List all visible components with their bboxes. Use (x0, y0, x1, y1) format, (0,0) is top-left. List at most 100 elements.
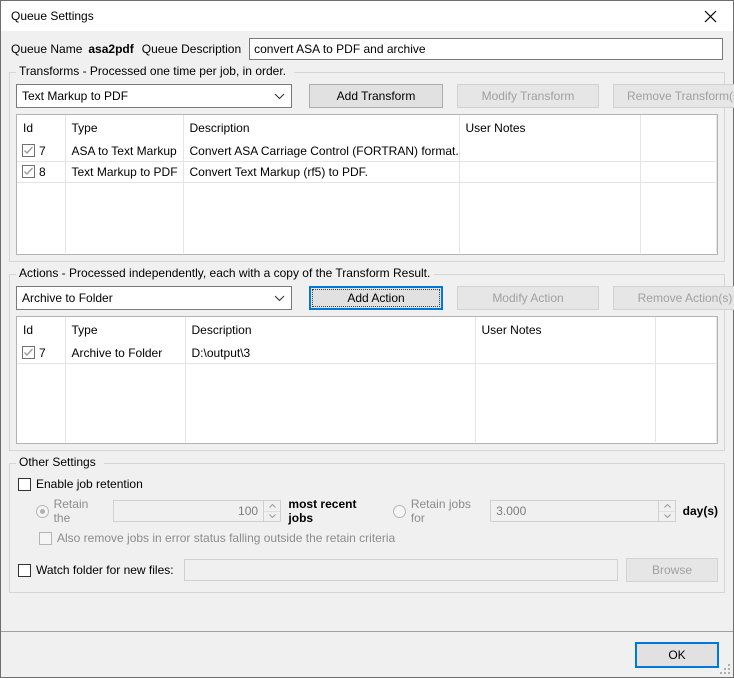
grid-empty-area (17, 182, 717, 253)
row-user-notes-cell (475, 343, 656, 364)
queue-settings-dialog: Queue Settings Queue Name asa2pdf Queue … (0, 0, 734, 678)
row-id-cell[interactable]: 7 (17, 343, 66, 364)
row-extra-cell (655, 343, 717, 364)
column-header-extra[interactable] (655, 317, 717, 343)
dialog-footer: OK (1, 631, 733, 677)
add-action-button[interactable]: Add Action (309, 286, 443, 310)
transform-type-value: Text Markup to PDF (22, 89, 129, 103)
row-type-cell: Text Markup to PDF (65, 161, 184, 183)
queue-name-label: Queue Name (11, 42, 83, 56)
table-row[interactable]: 8 Text Markup to PDF Convert Text Markup… (17, 161, 717, 183)
row-description-cell: Convert Text Markup (rf5) to PDF. (183, 161, 460, 183)
table-row[interactable]: 7 Archive to Folder D:\output\3 (17, 343, 717, 364)
spinner-down-icon (659, 512, 675, 522)
column-header-id[interactable]: Id (17, 115, 66, 141)
watch-folder-row: Watch folder for new files: Browse (18, 558, 718, 582)
actions-toolbar: Archive to Folder Add Action Modify Acti… (16, 286, 734, 310)
grid-empty-area (17, 363, 717, 442)
column-header-type[interactable]: Type (65, 317, 186, 343)
retention-criteria-row: Retain the 100 most recent jobs Retain j… (36, 497, 718, 525)
most-recent-jobs-label: most recent jobs (288, 497, 357, 525)
transforms-toolbar: Text Markup to PDF Add Transform Modify … (16, 84, 734, 108)
actions-grid[interactable]: Id Type Description User Notes 7 Archive… (16, 316, 718, 444)
transform-type-select[interactable]: Text Markup to PDF (16, 84, 292, 108)
modify-transform-button: Modify Transform (457, 84, 599, 108)
retain-jobs-for-radio (393, 504, 407, 518)
close-icon[interactable] (688, 2, 733, 31)
row-type-cell: ASA to Text Markup (65, 141, 184, 162)
row-id-cell[interactable]: 7 (17, 141, 66, 162)
row-id-value: 7 (39, 346, 46, 360)
retain-the-label: Retain the (53, 497, 89, 525)
transforms-legend: Transforms - Processed one time per job,… (16, 64, 289, 78)
retain-days-arrows (659, 500, 677, 522)
enable-job-retention-row: Enable job retention (18, 473, 718, 495)
add-transform-button[interactable]: Add Transform (309, 84, 443, 108)
other-settings-legend: Other Settings (16, 455, 99, 469)
row-id-value: 7 (39, 144, 46, 158)
column-header-type[interactable]: Type (65, 115, 184, 141)
days-label: day(s) (682, 504, 718, 518)
retain-days-stepper: 3.000 (490, 500, 677, 522)
actions-group: Actions - Processed independently, each … (9, 266, 734, 451)
retain-count-field: 100 (113, 500, 265, 522)
row-enabled-checkbox[interactable] (22, 144, 35, 157)
other-settings-group: Other Settings Enable job retention Reta… (9, 455, 725, 593)
title-bar: Queue Settings (1, 1, 733, 32)
row-enabled-checkbox[interactable] (22, 165, 35, 178)
chevron-down-icon (274, 85, 285, 107)
spinner-up-icon (264, 501, 281, 512)
queue-header-row: Queue Name asa2pdf Queue Description (1, 32, 733, 66)
remove-action-button: Remove Action(s) (613, 286, 734, 310)
actions-legend: Actions - Processed independently, each … (16, 266, 434, 280)
retain-count-stepper: 100 (113, 500, 282, 522)
ok-button[interactable]: OK (635, 641, 719, 668)
watch-folder-checkbox[interactable] (18, 563, 31, 577)
row-id-value: 8 (39, 165, 46, 179)
retain-jobs-for-label: Retain jobs for (410, 497, 471, 525)
also-remove-row: Also remove jobs in error status falling… (39, 527, 718, 549)
watch-folder-label: Watch folder for new files: (36, 563, 174, 577)
row-type-cell: Archive to Folder (65, 343, 186, 364)
action-type-value: Archive to Folder (22, 291, 113, 305)
also-remove-label: Also remove jobs in error status falling… (57, 531, 396, 545)
column-header-user-notes[interactable]: User Notes (459, 115, 641, 141)
column-header-user-notes[interactable]: User Notes (475, 317, 656, 343)
resize-grip[interactable] (718, 662, 730, 674)
column-header-extra[interactable] (640, 115, 717, 141)
row-description-cell: D:\output\3 (185, 343, 476, 364)
row-enabled-checkbox[interactable] (22, 346, 35, 359)
column-header-description[interactable]: Description (185, 317, 476, 343)
transforms-group: Transforms - Processed one time per job,… (9, 64, 734, 262)
table-row[interactable]: 7 ASA to Text Markup Convert ASA Carriag… (17, 141, 717, 162)
enable-job-retention-checkbox[interactable] (18, 477, 31, 491)
chevron-down-icon (274, 287, 285, 309)
row-extra-cell (640, 141, 717, 162)
column-header-id[interactable]: Id (17, 317, 66, 343)
queue-name-value: asa2pdf (88, 42, 134, 56)
retain-count-arrows (264, 500, 282, 522)
row-description-cell: Convert ASA Carriage Control (FORTRAN) f… (183, 141, 460, 162)
add-action-label: Add Action (347, 291, 405, 305)
row-id-cell[interactable]: 8 (17, 161, 66, 183)
row-user-notes-cell (459, 161, 641, 183)
remove-transform-button: Remove Transform(s) (613, 84, 734, 108)
also-remove-checkbox (39, 531, 52, 545)
row-user-notes-cell (459, 141, 641, 162)
transforms-grid[interactable]: Id Type Description User Notes 7 ASA to … (16, 114, 718, 255)
queue-description-input[interactable] (249, 38, 723, 60)
column-header-description[interactable]: Description (183, 115, 460, 141)
watch-folder-input (183, 559, 618, 581)
enable-job-retention-label: Enable job retention (36, 477, 143, 491)
transforms-header-row: Id Type Description User Notes (17, 115, 717, 141)
row-extra-cell (640, 161, 717, 183)
queue-description-label: Queue Description (141, 42, 242, 56)
retain-the-radio (36, 504, 49, 518)
window-title: Queue Settings (11, 9, 94, 23)
actions-header-row: Id Type Description User Notes (17, 317, 717, 343)
action-type-select[interactable]: Archive to Folder (16, 286, 292, 310)
modify-action-button: Modify Action (457, 286, 599, 310)
retain-days-field: 3.000 (490, 500, 660, 522)
browse-button: Browse (626, 558, 718, 582)
spinner-down-icon (264, 512, 280, 522)
